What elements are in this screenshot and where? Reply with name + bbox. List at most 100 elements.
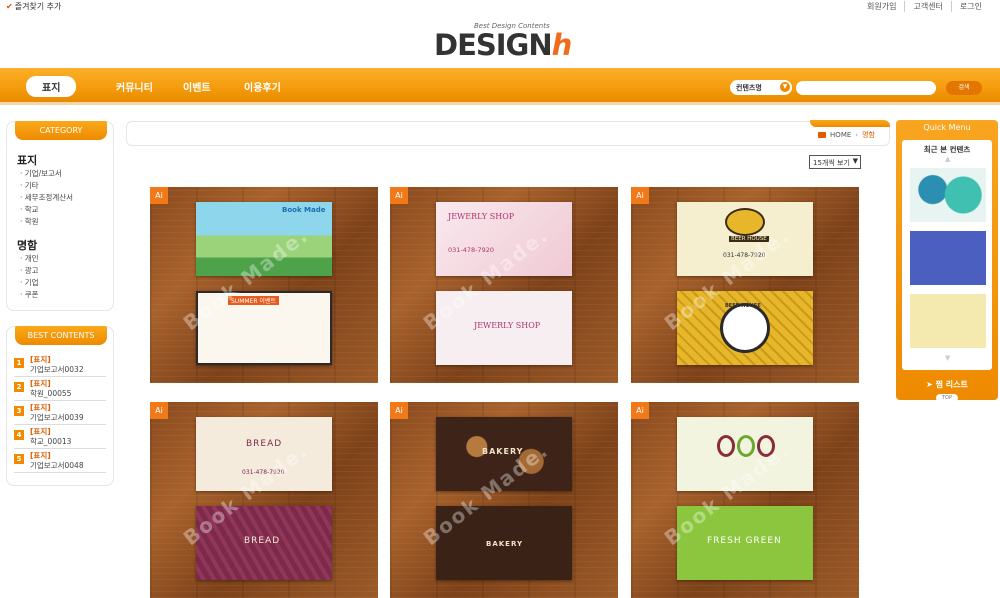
wish-list-label: 찜 리스트: [935, 380, 968, 389]
nav-cover[interactable]: 표지: [26, 76, 77, 97]
logo-text: DESIGNh: [434, 28, 572, 62]
chevron-up-icon[interactable]: ▲: [945, 155, 950, 163]
card-title: JEWERLY SHOP: [448, 212, 515, 221]
category-item-label: 기업: [24, 278, 39, 287]
rank-badge: 1: [14, 358, 24, 368]
product-tile[interactable]: Ai BEER HOUSE 031-478-7920 BEER HOUSE Bo…: [631, 187, 859, 383]
recent-contents-panel: 최근 본 컨텐츠 ▲ ▼: [902, 140, 992, 370]
site-logo[interactable]: Best Design Contents DESIGNh: [434, 22, 574, 62]
search-scope-label: 컨텐츠명: [736, 84, 762, 92]
items-per-page-label: 15개씩 보기: [813, 159, 850, 167]
search-scope-select[interactable]: 컨텐츠명 ▼: [730, 80, 792, 95]
category-item[interactable]: · 기업: [20, 277, 39, 288]
items-per-page-select[interactable]: 15개씩 보기 ▼: [809, 155, 861, 169]
customer-center-link[interactable]: 고객센터: [904, 1, 950, 12]
best-item-name: 기업보고서0032: [30, 365, 84, 374]
rank-badge: 4: [14, 430, 24, 440]
card-title: Book Made: [282, 206, 326, 214]
chevron-down-icon: ▼: [852, 157, 858, 165]
category-item[interactable]: · 광고: [20, 265, 39, 276]
best-item-name: 학원_00055: [30, 389, 72, 398]
category-group-cover[interactable]: 표지: [17, 152, 37, 168]
ai-format-badge: Ai: [150, 402, 168, 419]
category-group-card[interactable]: 명함: [17, 237, 37, 253]
category-item-label: 학원: [24, 217, 39, 226]
category-item-label: 세무조정계산서: [24, 193, 74, 202]
rank-badge: 5: [14, 454, 24, 464]
best-item[interactable]: 3 [표지] 기업보고서0039: [14, 402, 106, 425]
best-contents-box: BEST CONTENTS 1 [표지] 기업보고서0032 2 [표지] 학원_000…: [6, 326, 114, 486]
category-item-label: 광고: [24, 266, 39, 275]
category-box: CATEGORY 표지 · 기업/보고서 · 기타 · 세무조정계산서 · 학교…: [6, 121, 114, 311]
category-item[interactable]: · 학원: [20, 216, 39, 227]
recent-thumbnail[interactable]: [910, 294, 986, 348]
breadcrumb: HOME › 명함: [818, 130, 875, 140]
nav-event[interactable]: 이벤트: [183, 79, 211, 94]
nav-reviews[interactable]: 이용후기: [244, 79, 281, 94]
recent-contents-label: 최근 본 컨텐츠: [923, 145, 971, 154]
vegetable-logo-icon: [737, 435, 755, 457]
category-item[interactable]: · 쿠폰: [20, 289, 39, 300]
product-tile[interactable]: Ai BREAD 031-478-7920 BREAD Book Made.: [150, 402, 378, 598]
best-contents-title: BEST CONTENTS: [15, 326, 107, 345]
best-item[interactable]: 2 [표지] 학원_00055: [14, 378, 106, 401]
top-bar: ✔ 즐겨찾기 추가 회원가입 고객센터 로그인: [0, 0, 1000, 14]
beer-logo-icon: [725, 208, 765, 236]
category-item[interactable]: · 세무조정계산서: [20, 192, 73, 203]
best-item[interactable]: 4 [표지] 학교_00013: [14, 426, 106, 449]
favorite-label: 즐겨찾기 추가: [14, 2, 62, 11]
best-item-name: 기업보고서0048: [30, 461, 84, 470]
recent-thumbnail[interactable]: [910, 231, 986, 285]
login-link[interactable]: 로그인: [950, 1, 990, 12]
category-item-label: 쿠폰: [24, 290, 39, 299]
chevron-down-icon[interactable]: ▼: [945, 354, 950, 362]
product-tile[interactable]: Ai BAKERY BAKERY Book Made.: [390, 402, 618, 598]
wish-list-link[interactable]: ➤ 찜 리스트: [896, 379, 998, 390]
nav-community[interactable]: 커뮤니티: [116, 79, 153, 94]
search-button[interactable]: 검색: [946, 80, 982, 95]
quick-menu-title: Quick Menu: [923, 123, 971, 132]
product-tile[interactable]: Ai FRESH GREEN Book Made.: [631, 402, 859, 598]
back-to-top-button[interactable]: TOP: [936, 394, 958, 402]
category-item-label: 학교: [24, 205, 39, 214]
home-icon: [818, 132, 827, 138]
rank-badge: 2: [14, 382, 24, 392]
best-item-name: 학교_00013: [30, 437, 72, 446]
product-tile[interactable]: Ai JEWERLY SHOP 031-478-7920 JEWERLY SHO…: [390, 187, 618, 383]
logo-main-text: DESIGN: [434, 28, 553, 62]
favorite-link[interactable]: ✔ 즐겨찾기 추가: [6, 1, 61, 12]
beer-badge-icon: [720, 303, 770, 353]
signup-link[interactable]: 회원가입: [859, 1, 904, 12]
card-subtitle: BAKERY: [486, 540, 524, 548]
best-item[interactable]: 5 [표지] 기업보고서0048: [14, 450, 106, 473]
search-input[interactable]: [796, 80, 936, 95]
category-item[interactable]: · 기업/보고서: [20, 168, 62, 179]
best-item[interactable]: 1 [표지] 기업보고서0032: [14, 354, 106, 377]
check-icon: ✔: [6, 2, 13, 11]
breadcrumb-current: 명함: [862, 131, 875, 139]
breadcrumb-tab-decoration: [810, 120, 890, 127]
rank-badge: 3: [14, 406, 24, 416]
category-item[interactable]: · 학교: [20, 204, 39, 215]
best-item-name: 기업보고서0039: [30, 413, 84, 422]
recent-thumbnail[interactable]: [910, 168, 986, 222]
breadcrumb-separator-icon: ›: [855, 131, 859, 139]
main-nav: 표지 커뮤니티 이벤트 이용후기 컨텐츠명 ▼ 검색: [0, 68, 1000, 105]
card-subtitle: FRESH GREEN: [707, 536, 782, 546]
ai-format-badge: Ai: [150, 187, 168, 204]
ai-format-badge: Ai: [390, 187, 408, 204]
category-item[interactable]: · 기타: [20, 180, 39, 191]
product-tile[interactable]: Ai Book Made SUMMER 이벤트 Book Made.: [150, 187, 378, 383]
chevron-down-icon: ▼: [780, 82, 790, 92]
ai-format-badge: Ai: [631, 402, 649, 419]
category-item[interactable]: · 개인: [20, 253, 39, 264]
member-links: 회원가입 고객센터 로그인: [859, 1, 990, 12]
breadcrumb-home[interactable]: HOME: [830, 131, 851, 139]
category-item-label: 기타: [24, 181, 39, 190]
category-item-label: 개인: [24, 254, 39, 263]
ai-format-badge: Ai: [631, 187, 649, 204]
search-area: 컨텐츠명 ▼ 검색: [730, 80, 982, 95]
category-title: CATEGORY: [15, 121, 107, 140]
ai-format-badge: Ai: [390, 402, 408, 419]
card-subtitle: BEER HOUSE: [725, 303, 761, 309]
